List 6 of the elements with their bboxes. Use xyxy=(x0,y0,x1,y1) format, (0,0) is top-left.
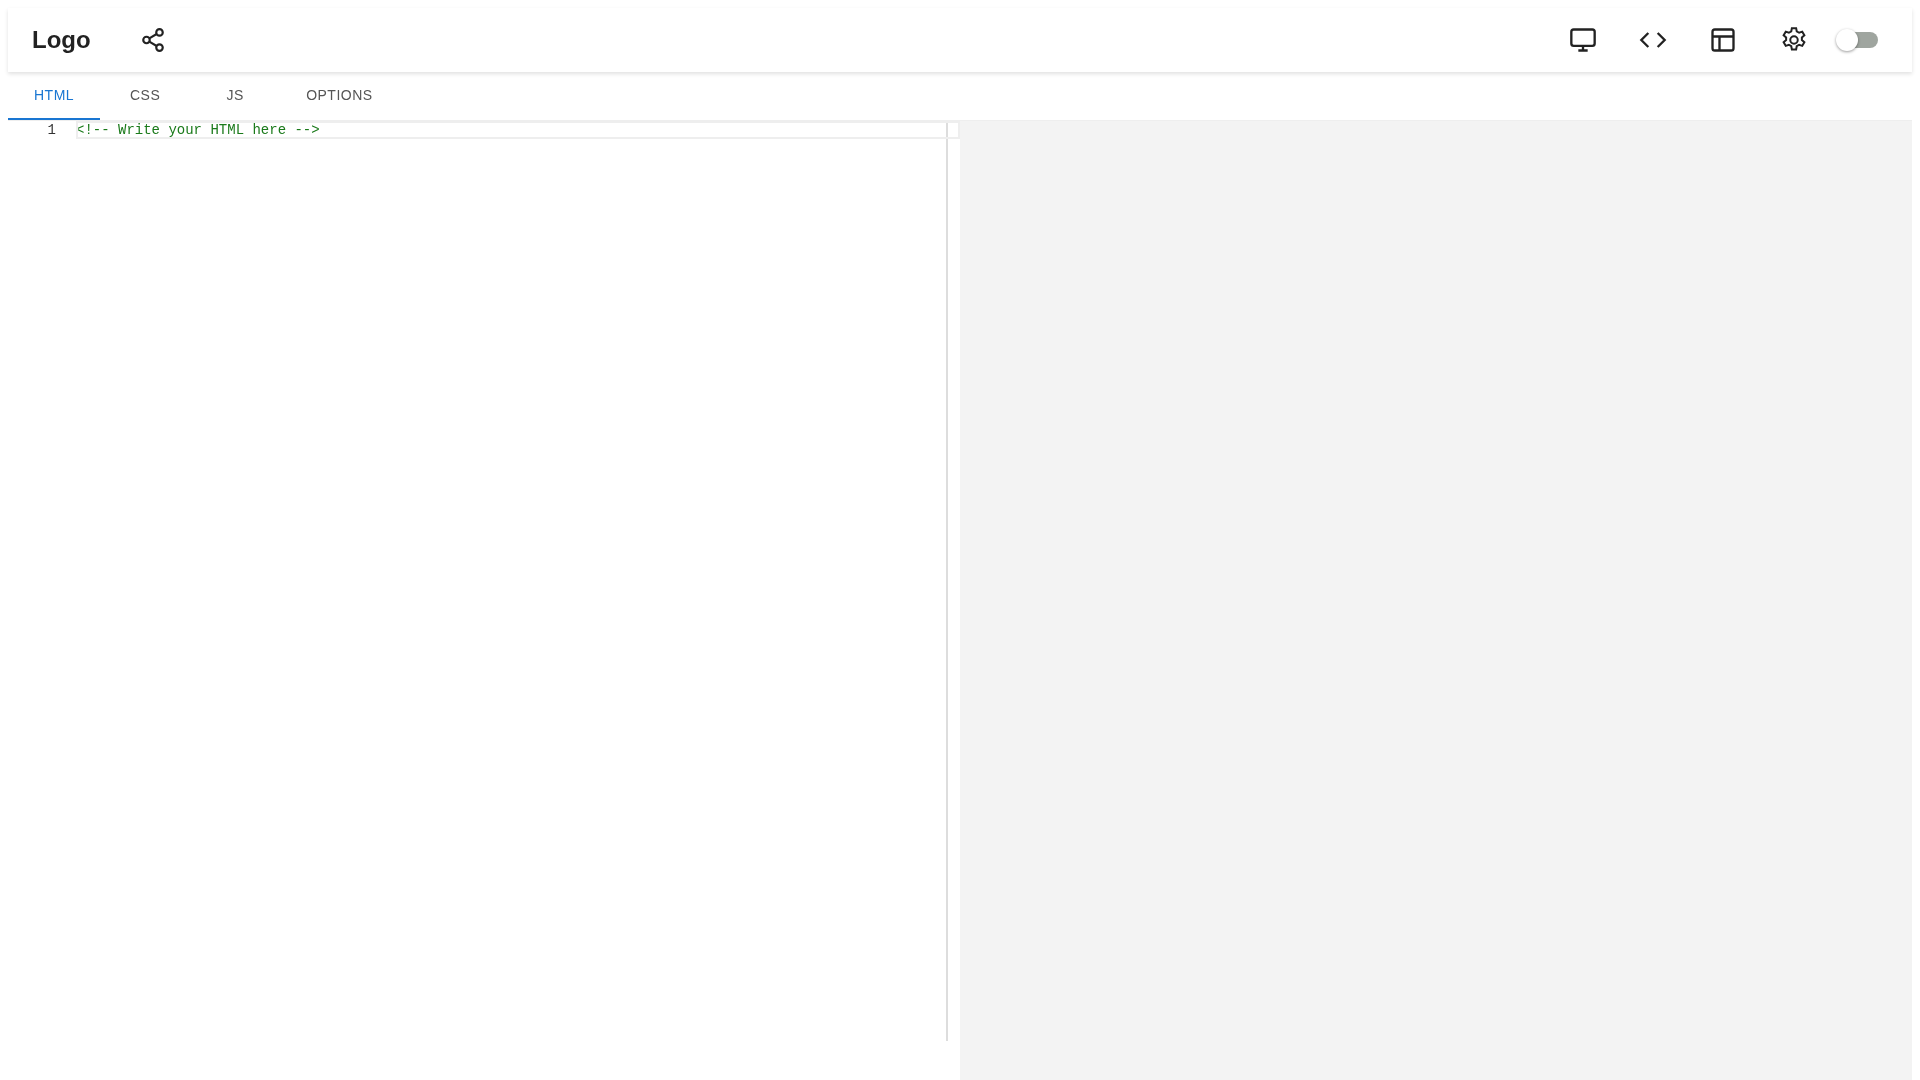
tab[interactable]: JS xyxy=(190,72,281,120)
line-number: 1 xyxy=(46,122,57,138)
tab[interactable]: HTML xyxy=(8,72,101,120)
tab[interactable]: OPTIONS xyxy=(280,72,399,120)
tab[interactable]: CSS xyxy=(100,72,191,120)
logo: Logo xyxy=(32,26,91,54)
